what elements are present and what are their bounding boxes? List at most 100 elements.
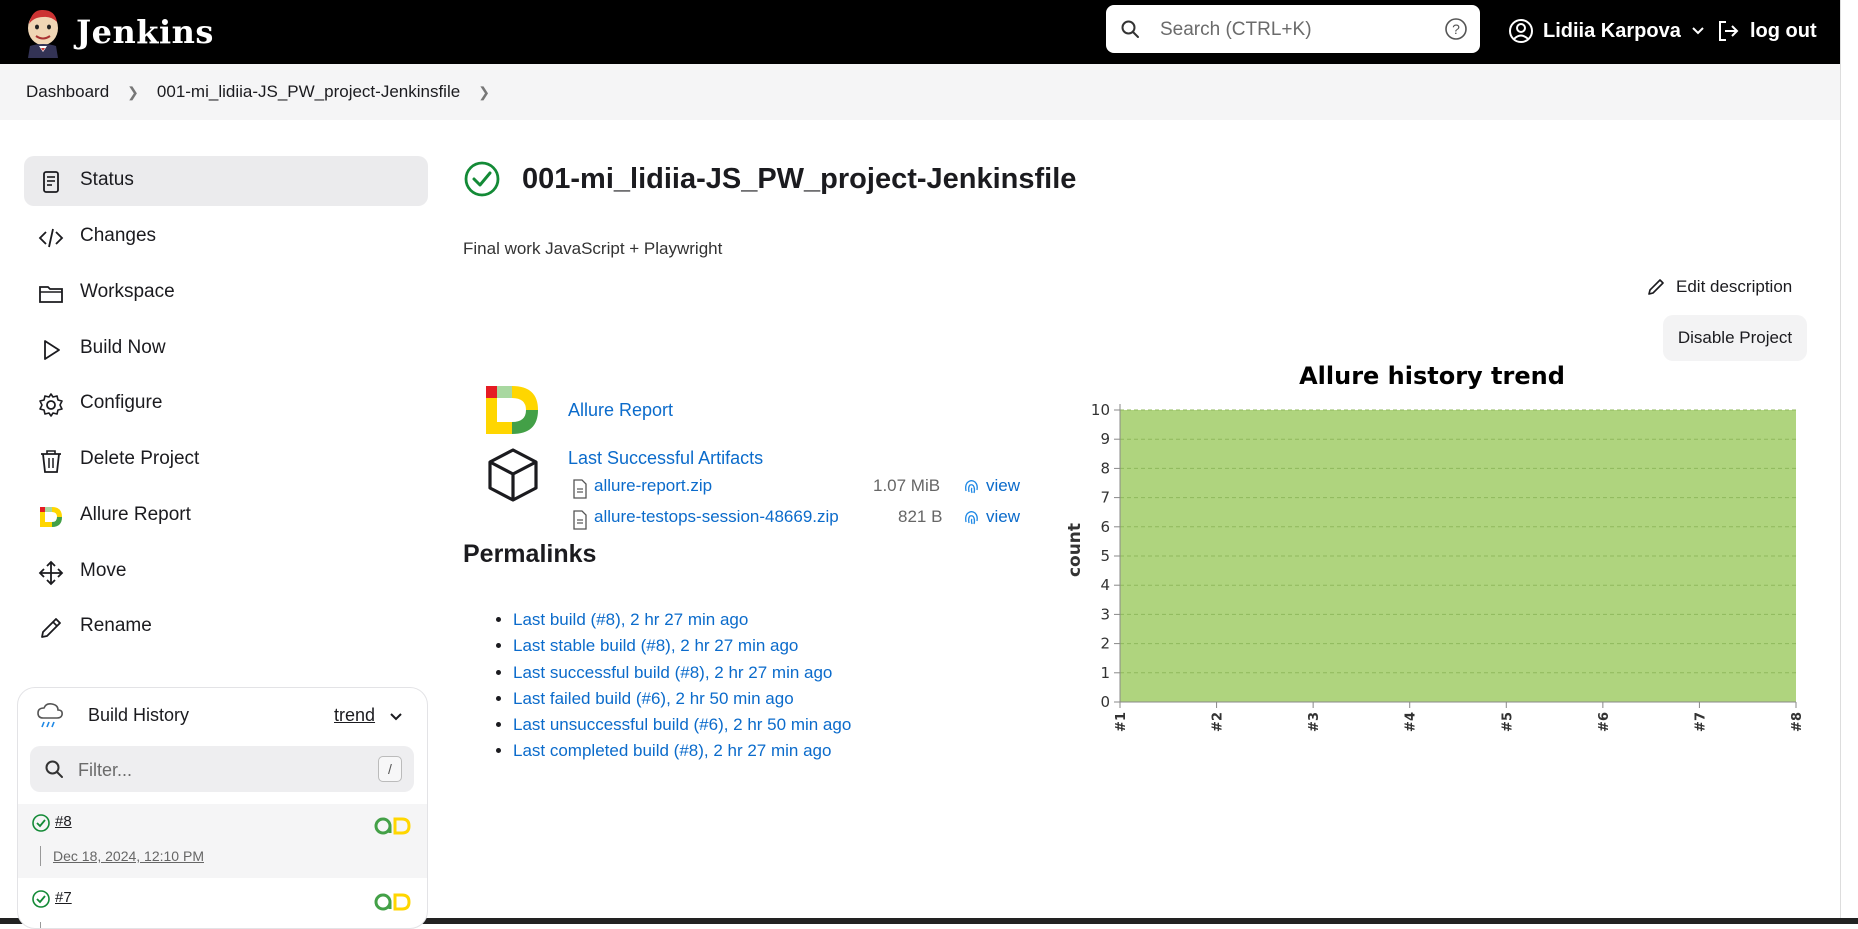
sidebar-item-allure-report[interactable]: Allure Report bbox=[24, 491, 428, 541]
breadcrumb-dashboard[interactable]: Dashboard bbox=[26, 82, 109, 102]
user-avatar-icon bbox=[1509, 19, 1533, 43]
search-box[interactable]: ? bbox=[1106, 5, 1480, 53]
list-item: Last successful build (#8), 2 hr 27 min … bbox=[513, 660, 851, 686]
chart-y-tick-label: 2 bbox=[1100, 635, 1110, 653]
sidebar-item-label: Build Now bbox=[80, 337, 166, 358]
edit-description-link[interactable]: Edit description bbox=[1646, 274, 1792, 300]
permalink-last-build[interactable]: Last build (#8), 2 hr 27 min ago bbox=[513, 610, 748, 629]
sidebar-item-label: Changes bbox=[80, 225, 157, 246]
logout-link[interactable]: log out bbox=[1716, 14, 1817, 48]
success-check-icon bbox=[32, 890, 50, 908]
fingerprint-icon bbox=[965, 480, 978, 494]
search-icon bbox=[1121, 20, 1139, 38]
build-date-link[interactable]: Dec 18, 2024, 12:10 PM bbox=[53, 848, 204, 864]
sidebar-item-workspace[interactable]: Workspace bbox=[24, 268, 428, 318]
play-icon bbox=[44, 340, 60, 360]
artifact-size: 821 B bbox=[898, 507, 943, 526]
sidebar-item-move[interactable]: Move bbox=[24, 547, 428, 597]
chart-y-tick-label: 10 bbox=[1091, 401, 1110, 419]
folder-icon bbox=[39, 286, 63, 303]
chart-x-tick-label: #8 bbox=[1790, 712, 1805, 732]
chart-x-tick-label: #6 bbox=[1597, 712, 1612, 732]
allure-report-link[interactable]: Allure Report bbox=[568, 400, 673, 421]
weather-rain-icon bbox=[37, 703, 63, 728]
search-icon bbox=[45, 760, 63, 778]
build-row[interactable]: #7 bbox=[18, 880, 427, 928]
chart-x-tick-label: #2 bbox=[1211, 712, 1226, 732]
chart-y-tick-label: 6 bbox=[1100, 518, 1110, 536]
artifact-file-link[interactable]: allure-report.zip bbox=[594, 476, 712, 496]
artifact-size: 1.07 MiB bbox=[873, 476, 941, 495]
move-icon bbox=[38, 560, 64, 586]
permalink-last-failed-build[interactable]: Last failed build (#6), 2 hr 50 min ago bbox=[513, 689, 794, 708]
trash-icon bbox=[41, 450, 61, 473]
sidebar-item-configure[interactable]: Configure bbox=[24, 379, 428, 429]
sidebar-item-rename[interactable]: Rename bbox=[24, 602, 428, 652]
last-successful-artifacts-link[interactable]: Last Successful Artifacts bbox=[568, 448, 763, 469]
chart-x-tick-label: #1 bbox=[1114, 712, 1129, 732]
logout-label: log out bbox=[1750, 19, 1817, 42]
permalinks-heading: Permalinks bbox=[463, 540, 597, 568]
file-icon bbox=[573, 479, 587, 499]
chevron-down-icon bbox=[1692, 27, 1704, 35]
permalink-last-completed-build[interactable]: Last completed build (#8), 2 hr 27 min a… bbox=[513, 741, 831, 760]
chart-y-tick-label: 5 bbox=[1100, 547, 1110, 565]
build-filter-box[interactable]: / bbox=[30, 746, 414, 792]
help-icon[interactable]: ? bbox=[1444, 17, 1468, 41]
chart-x-tick-label: #5 bbox=[1500, 712, 1515, 732]
allure-history-trend-chart[interactable]: Allure history trend count 0 1 2 3 4 5 6 7 8 9 10 #… bbox=[1058, 352, 1816, 750]
sidebar-item-label: Workspace bbox=[80, 281, 175, 302]
sidebar-item-status[interactable]: Status bbox=[24, 156, 428, 206]
user-menu[interactable]: Lidiia Karpova bbox=[1508, 14, 1705, 48]
build-history-panel: Build History trend / #8 Dec 18, 2024, 1… bbox=[17, 687, 428, 929]
chart-title: Allure history trend bbox=[1299, 362, 1565, 390]
chart-y-tick-label: 0 bbox=[1100, 693, 1110, 711]
allure-testops-badge-icon[interactable] bbox=[373, 891, 413, 913]
sidebar-item-label: Move bbox=[80, 560, 127, 581]
jenkins-butler-icon bbox=[28, 9, 58, 58]
window-scrollbar[interactable] bbox=[1840, 0, 1858, 924]
build-history-title: Build History bbox=[88, 705, 190, 725]
build-number-link[interactable]: #7 bbox=[55, 889, 72, 906]
search-input[interactable] bbox=[1158, 15, 1432, 45]
breadcrumb-chevron-icon: ❯ bbox=[127, 83, 139, 100]
chevron-down-icon[interactable] bbox=[389, 712, 403, 722]
fingerprint-icon bbox=[965, 511, 978, 525]
svg-text:?: ? bbox=[1452, 21, 1460, 37]
sidebar-item-label: Allure Report bbox=[80, 504, 191, 525]
permalink-last-unsuccessful-build[interactable]: Last unsuccessful build (#6), 2 hr 50 mi… bbox=[513, 715, 851, 734]
sidebar-item-changes[interactable]: Changes bbox=[24, 212, 428, 262]
jenkins-home-link[interactable]: Jenkins bbox=[24, 4, 214, 60]
artifact-view-link[interactable]: view bbox=[962, 507, 1020, 527]
build-number-link[interactable]: #8 bbox=[55, 813, 72, 830]
header-bar: Jenkins ? Lidiia Karpova log out bbox=[0, 0, 1840, 64]
artifact-file-link[interactable]: allure-testops-session-48669.zip bbox=[594, 507, 839, 527]
status-doc-icon bbox=[43, 171, 59, 193]
build-filter-input[interactable] bbox=[76, 756, 330, 784]
gear-icon bbox=[39, 393, 63, 417]
code-icon bbox=[38, 228, 64, 248]
list-item: Last build (#8), 2 hr 27 min ago bbox=[513, 607, 851, 633]
sidebar-item-label: Status bbox=[80, 169, 134, 190]
allure-report-icon[interactable] bbox=[484, 384, 542, 436]
build-row[interactable]: #8 Dec 18, 2024, 12:10 PM bbox=[18, 804, 427, 878]
user-name: Lidiia Karpova bbox=[1543, 19, 1681, 42]
sidebar-item-build-now[interactable]: Build Now bbox=[24, 324, 428, 374]
artifact-view-link[interactable]: view bbox=[962, 476, 1020, 496]
allure-testops-badge-icon[interactable] bbox=[373, 815, 413, 837]
file-icon bbox=[573, 510, 587, 530]
breadcrumb-project[interactable]: 001-mi_lidiia-JS_PW_project-Jenkinsfile bbox=[157, 82, 460, 102]
package-box-icon bbox=[488, 448, 538, 502]
success-check-icon bbox=[32, 814, 50, 832]
app-name: Jenkins bbox=[76, 13, 214, 51]
permalink-last-stable-build[interactable]: Last stable build (#8), 2 hr 27 min ago bbox=[513, 636, 798, 655]
artifact-view-label: view bbox=[986, 476, 1021, 495]
chart-y-tick-label: 3 bbox=[1100, 605, 1110, 623]
page-title: 001-mi_lidiia-JS_PW_project-Jenkinsfile bbox=[522, 163, 1077, 195]
sidebar-item-delete-project[interactable]: Delete Project bbox=[24, 435, 428, 485]
build-row-divider bbox=[40, 922, 41, 928]
artifact-view-label: view bbox=[986, 507, 1021, 526]
breadcrumb-chevron-icon[interactable]: ❯ bbox=[478, 84, 490, 101]
permalink-last-successful-build[interactable]: Last successful build (#8), 2 hr 27 min … bbox=[513, 663, 832, 682]
build-history-trend-link[interactable]: trend bbox=[334, 705, 375, 726]
